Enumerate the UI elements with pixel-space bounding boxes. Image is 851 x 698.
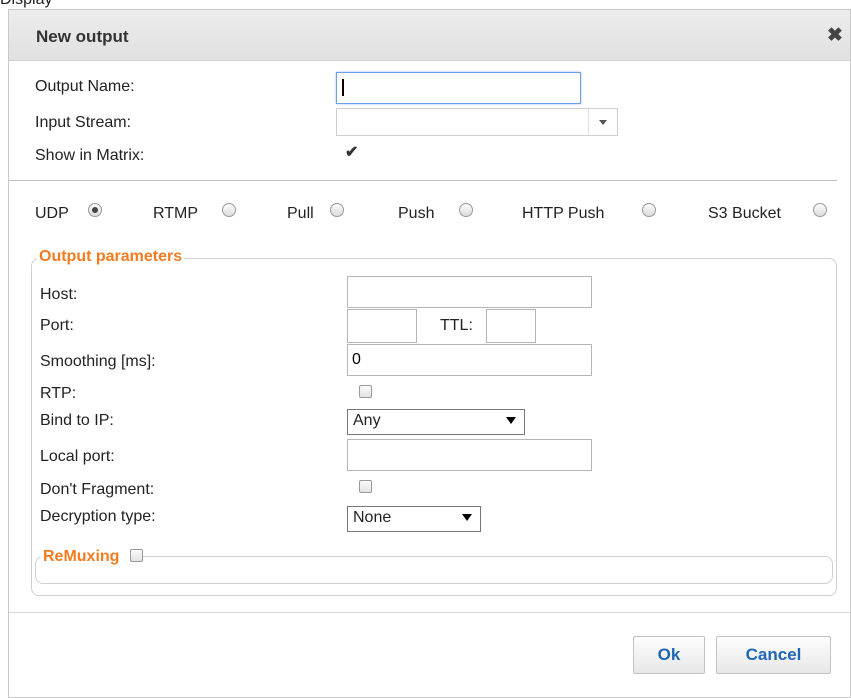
divider bbox=[9, 180, 837, 181]
bind-to-ip-value: Any bbox=[353, 412, 381, 429]
radio-label-pull: Pull bbox=[287, 205, 314, 222]
show-in-matrix-checkbox[interactable]: ✔ bbox=[345, 144, 359, 161]
radio-rtmp[interactable] bbox=[222, 203, 236, 217]
radio-label-rtmp: RTMP bbox=[153, 205, 199, 222]
decryption-type-value: None bbox=[353, 509, 392, 526]
local-port-input[interactable] bbox=[347, 439, 592, 471]
output-name-input[interactable] bbox=[336, 72, 581, 104]
dont-fragment-label: Don't Fragment: bbox=[40, 481, 155, 498]
bind-to-ip-label: Bind to IP: bbox=[40, 412, 114, 429]
rtp-label: RTP: bbox=[40, 385, 77, 402]
radio-pull[interactable] bbox=[330, 203, 344, 217]
input-stream-select[interactable] bbox=[336, 108, 618, 136]
port-label: Port: bbox=[40, 317, 74, 334]
input-stream-label: Input Stream: bbox=[35, 114, 132, 131]
host-label: Host: bbox=[40, 286, 78, 303]
checkmark-icon: ✔ bbox=[345, 144, 359, 161]
remuxing-label: ReMuxing bbox=[43, 548, 120, 565]
port-input[interactable] bbox=[347, 309, 417, 343]
radio-push[interactable] bbox=[459, 203, 473, 217]
new-output-dialog: New output ✖ Output Name: Input Stream: … bbox=[8, 9, 851, 698]
dropdown-arrow-icon bbox=[506, 417, 516, 424]
host-input[interactable] bbox=[347, 276, 592, 308]
output-name-label: Output Name: bbox=[35, 78, 135, 95]
rtp-checkbox[interactable] bbox=[359, 385, 372, 398]
text-caret bbox=[342, 79, 344, 96]
remuxing-group bbox=[35, 556, 833, 584]
radio-http-push[interactable] bbox=[642, 203, 656, 217]
decryption-type-select[interactable]: None bbox=[347, 506, 481, 532]
dropdown-arrow-icon bbox=[462, 514, 472, 521]
remuxing-legend: ReMuxing bbox=[41, 548, 143, 566]
output-parameters-legend: Output parameters bbox=[37, 248, 185, 266]
dont-fragment-checkbox[interactable] bbox=[359, 480, 372, 493]
remuxing-checkbox[interactable] bbox=[129, 549, 143, 562]
decryption-type-label: Decryption type: bbox=[40, 508, 156, 525]
ttl-label: TTL: bbox=[440, 317, 473, 334]
dialog-titlebar: New output ✖ bbox=[9, 10, 850, 61]
dialog-title: New output bbox=[36, 27, 129, 46]
radio-label-http-push: HTTP Push bbox=[522, 205, 605, 222]
ttl-input[interactable] bbox=[486, 309, 536, 343]
smoothing-input[interactable]: 0 bbox=[347, 344, 592, 376]
smoothing-label: Smoothing [ms]: bbox=[40, 353, 156, 370]
chevron-down-icon[interactable] bbox=[588, 109, 617, 135]
cancel-button[interactable]: Cancel bbox=[716, 636, 831, 674]
show-in-matrix-label: Show in Matrix: bbox=[35, 147, 145, 164]
ok-button[interactable]: Ok bbox=[633, 636, 705, 674]
close-icon[interactable]: ✖ bbox=[824, 25, 846, 47]
radio-label-push: Push bbox=[398, 205, 435, 222]
radio-udp[interactable] bbox=[88, 203, 102, 217]
radio-label-udp: UDP bbox=[35, 205, 69, 222]
bind-to-ip-select[interactable]: Any bbox=[347, 409, 525, 435]
radio-label-s3-bucket: S3 Bucket bbox=[708, 205, 781, 222]
local-port-label: Local port: bbox=[40, 448, 115, 465]
radio-s3-bucket[interactable] bbox=[813, 203, 827, 217]
footer-divider bbox=[9, 612, 851, 613]
background-label: Display bbox=[0, 0, 52, 9]
